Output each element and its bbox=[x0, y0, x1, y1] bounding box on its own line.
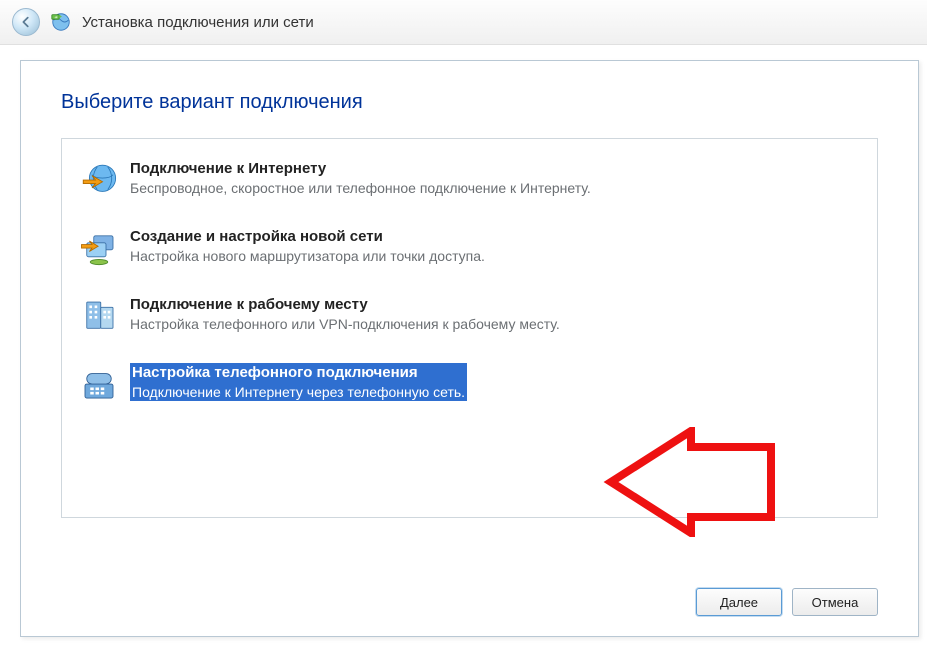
connection-options-list: Подключение к Интернету Беспроводное, ск… bbox=[61, 138, 878, 518]
option-connect-to-internet[interactable]: Подключение к Интернету Беспроводное, ск… bbox=[72, 151, 867, 213]
option-description: Настройка телефонного или VPN-подключени… bbox=[130, 315, 560, 333]
option-text: Создание и настройка новой сети Настройк… bbox=[130, 227, 485, 265]
option-text: Подключение к Интернету Беспроводное, ск… bbox=[130, 159, 591, 197]
option-text: Подключение к рабочему месту Настройка т… bbox=[130, 295, 560, 333]
option-description: Настройка нового маршрутизатора или точк… bbox=[130, 247, 485, 265]
option-connect-workplace[interactable]: Подключение к рабочему месту Настройка т… bbox=[72, 287, 867, 349]
option-title: Создание и настройка новой сети bbox=[130, 227, 485, 247]
wizard-dialog: Выберите вариант подключения Подключение… bbox=[20, 60, 919, 637]
wizard-header: Установка подключения или сети bbox=[0, 0, 927, 45]
network-globe-icon bbox=[50, 11, 72, 33]
next-button[interactable]: Далее bbox=[696, 588, 782, 616]
option-title: Подключение к рабочему месту bbox=[130, 295, 560, 315]
option-description: Беспроводное, скоростное или телефонное … bbox=[130, 179, 591, 197]
page-heading: Выберите вариант подключения bbox=[61, 91, 878, 114]
arrow-left-icon bbox=[19, 15, 33, 29]
window-title: Установка подключения или сети bbox=[82, 14, 314, 31]
option-title: Настройка телефонного подключения bbox=[130, 363, 467, 383]
option-title: Подключение к Интернету bbox=[130, 159, 591, 179]
globe-internet-icon bbox=[78, 159, 120, 201]
option-dialup-connection[interactable]: Настройка телефонного подключения Подклю… bbox=[72, 355, 867, 417]
wizard-footer: Далее Отмена bbox=[61, 570, 878, 616]
option-text: Настройка телефонного подключения Подклю… bbox=[130, 363, 467, 401]
router-icon bbox=[78, 227, 120, 269]
workplace-icon bbox=[78, 295, 120, 337]
option-setup-new-network[interactable]: Создание и настройка новой сети Настройк… bbox=[72, 219, 867, 281]
back-button[interactable] bbox=[12, 8, 40, 36]
cancel-button[interactable]: Отмена bbox=[792, 588, 878, 616]
option-description: Подключение к Интернету через телефонную… bbox=[130, 383, 467, 401]
dialup-phone-icon bbox=[78, 363, 120, 405]
